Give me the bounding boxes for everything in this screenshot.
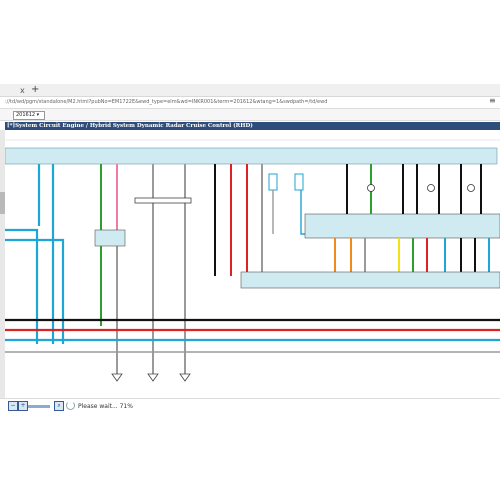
loading-status-text: Please wait... 71% xyxy=(78,403,133,410)
zoom-out-button[interactable]: − xyxy=(8,401,18,411)
zoom-slider[interactable] xyxy=(28,405,50,408)
connector-bar xyxy=(134,197,192,204)
fuse-2 xyxy=(294,173,304,191)
relay-box xyxy=(94,229,126,247)
version-select[interactable]: 201612 ▾ xyxy=(13,111,45,120)
browser-tab-bar xyxy=(0,84,500,97)
new-tab-button[interactable]: + xyxy=(31,84,39,95)
ground-symbol-1 xyxy=(111,373,123,382)
diagram-title: [*]System Circuit Engine / Hybrid System… xyxy=(7,123,253,129)
harness-box xyxy=(240,271,500,289)
viewer-footer xyxy=(0,398,500,419)
wiring-diagram[interactable] xyxy=(5,130,500,398)
ground-symbol-2 xyxy=(147,373,159,382)
ground-symbol-3 xyxy=(179,373,191,382)
fuse-1 xyxy=(268,173,278,191)
loading-spinner-icon xyxy=(66,401,75,410)
browser-menu-icon[interactable]: ≡ xyxy=(489,96,496,105)
wire-blue-2 xyxy=(5,238,65,344)
tab-close-icon[interactable]: x xyxy=(20,86,25,95)
url-text[interactable]: ://td/wd/pgm/standalone/M2.html?pubNo=EM… xyxy=(5,99,327,105)
version-select-value: 201612 xyxy=(16,112,36,118)
zoom-in-button[interactable]: + xyxy=(18,401,28,411)
fit-page-icon[interactable]: ⌕ xyxy=(54,401,64,411)
wire-blue-1 xyxy=(5,228,39,344)
junction-bus-top xyxy=(5,147,498,165)
viewer-toolbar xyxy=(0,109,500,121)
ecu-box xyxy=(304,213,500,239)
